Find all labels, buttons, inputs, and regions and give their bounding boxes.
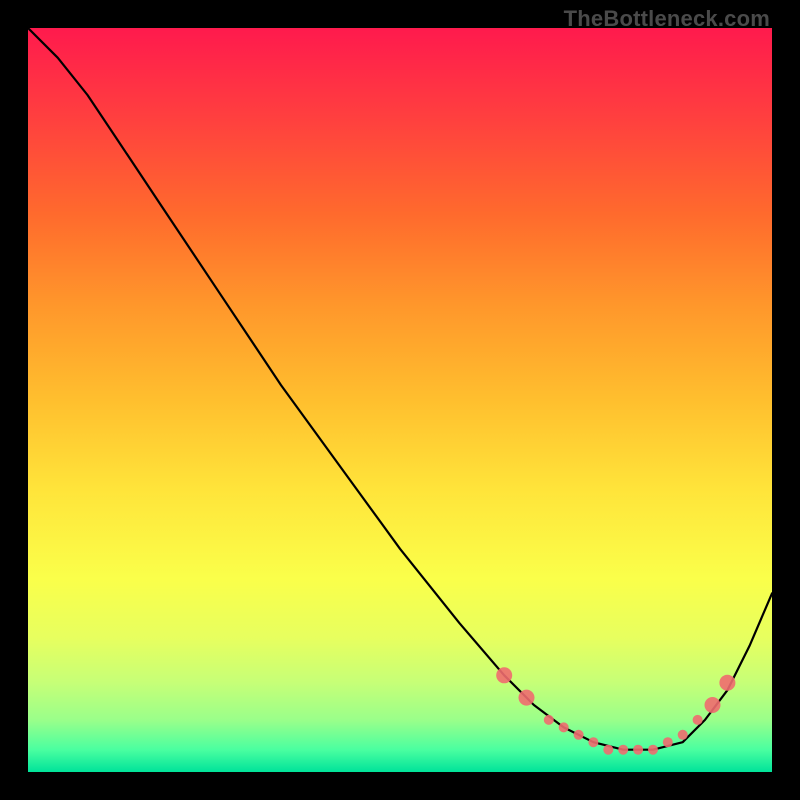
chart-stage: TheBottleneck.com [0, 0, 800, 800]
valley-dot [519, 690, 535, 706]
valley-dot [719, 675, 735, 691]
valley-dot [705, 697, 721, 713]
valley-dot [618, 745, 628, 755]
curve-svg [28, 28, 772, 772]
valley-dots-group [496, 667, 735, 754]
valley-dot [544, 715, 554, 725]
valley-dot [603, 745, 613, 755]
valley-dot [663, 737, 673, 747]
valley-dot [693, 715, 703, 725]
bottleneck-curve [28, 28, 772, 750]
valley-dot [574, 730, 584, 740]
valley-dot [559, 722, 569, 732]
valley-dot [588, 737, 598, 747]
valley-dot [678, 730, 688, 740]
valley-dot [633, 745, 643, 755]
valley-dot [648, 745, 658, 755]
plot-area [28, 28, 772, 772]
valley-dot [496, 667, 512, 683]
